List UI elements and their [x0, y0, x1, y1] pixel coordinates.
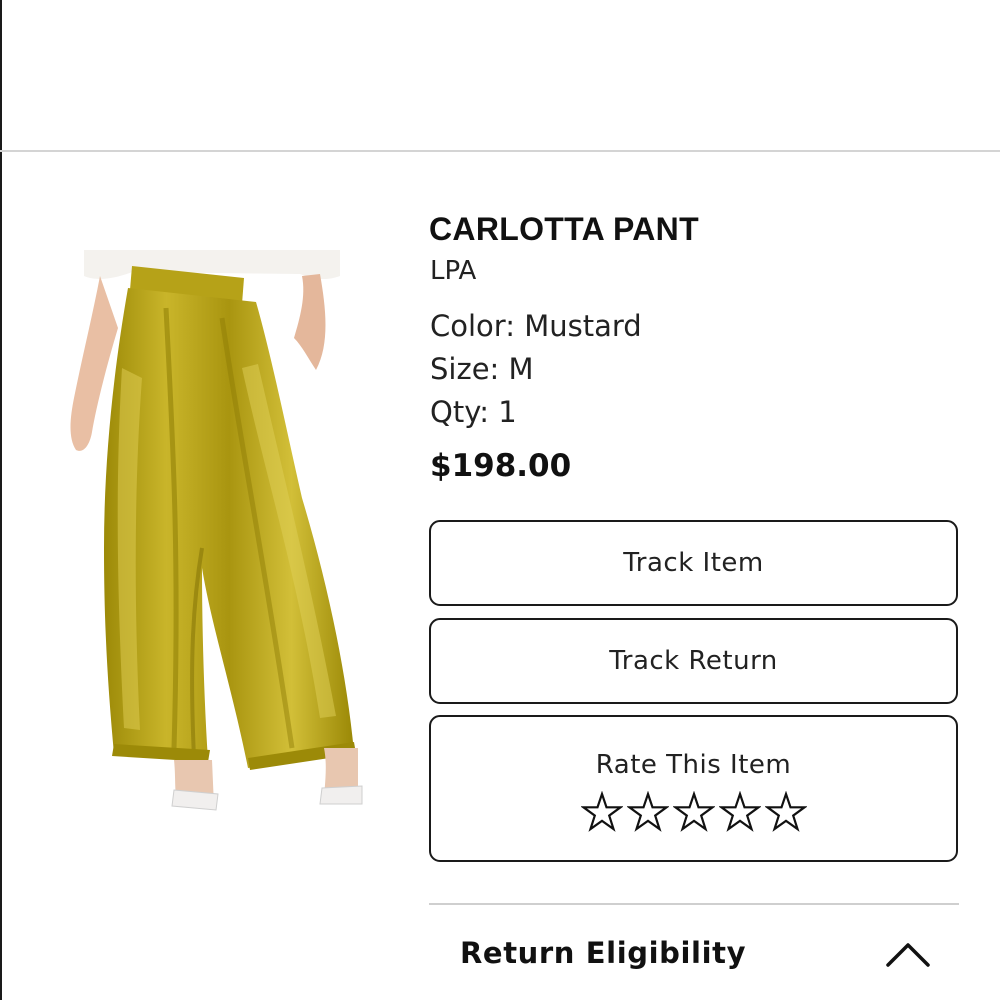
product-name: CARLOTTA PANT	[429, 211, 699, 247]
return-eligibility-label: Return Eligibility	[460, 936, 747, 970]
mustard-pants-illustration	[70, 250, 363, 811]
header-divider	[0, 150, 1000, 152]
product-price: $198.00	[430, 448, 572, 484]
star-outline-icon[interactable]	[627, 791, 669, 833]
star-outline-icon[interactable]	[765, 791, 807, 833]
star-outline-icon[interactable]	[581, 791, 623, 833]
star-outline-icon[interactable]	[673, 791, 715, 833]
product-image[interactable]	[62, 248, 380, 828]
product-size: Size: M	[430, 352, 534, 386]
product-quantity: Qty: 1	[430, 395, 517, 429]
track-return-button[interactable]: Track Return	[429, 618, 958, 704]
track-item-button[interactable]: Track Item	[429, 520, 958, 606]
product-color: Color: Mustard	[430, 309, 642, 343]
rate-item-card: Rate This Item	[429, 715, 958, 862]
star-rating[interactable]	[581, 791, 807, 833]
rate-item-label: Rate This Item	[595, 750, 792, 780]
chevron-up-icon	[886, 943, 930, 967]
track-return-label: Track Return	[609, 646, 778, 676]
track-item-label: Track Item	[623, 548, 764, 578]
return-eligibility-toggle[interactable]: Return Eligibility	[429, 920, 959, 990]
section-divider	[429, 903, 959, 905]
star-outline-icon[interactable]	[719, 791, 761, 833]
product-brand[interactable]: LPA	[430, 256, 476, 286]
order-item-page: CARLOTTA PANT LPA Color: Mustard Size: M…	[0, 0, 1000, 1000]
